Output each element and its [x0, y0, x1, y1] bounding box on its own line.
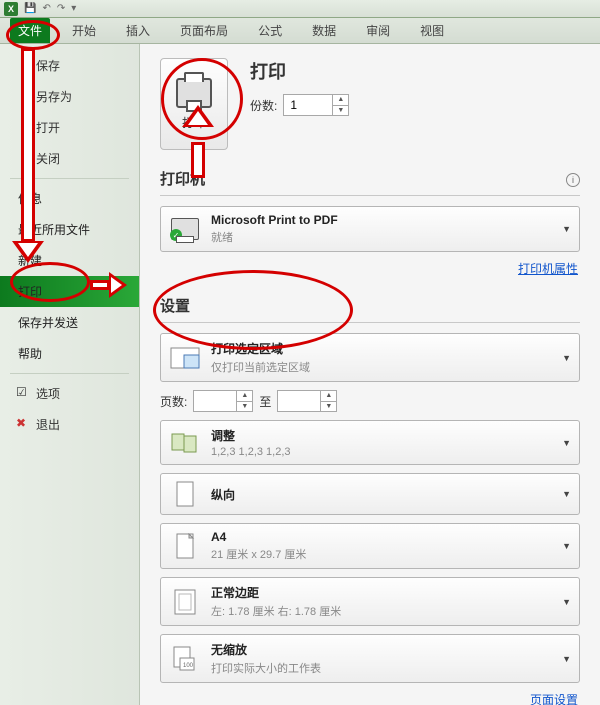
copies-input[interactable]: ▲▼ — [283, 94, 349, 116]
copies-value[interactable] — [290, 98, 328, 112]
pages-to[interactable]: ▲▼ — [277, 390, 337, 412]
print-title: 打印 — [250, 58, 349, 84]
collate-sub: 1,2,3 1,2,3 1,2,3 — [211, 446, 291, 458]
printer-icon — [176, 78, 212, 108]
printer-mini-icon: ✓ — [169, 215, 201, 243]
sidebar-new[interactable]: 新建 — [0, 245, 139, 276]
printer-section-label: 打印机 — [160, 168, 205, 189]
zoom-dropdown[interactable]: 100 无缩放 打印实际大小的工作表 ▼ — [160, 634, 580, 683]
sidebar-saveas[interactable]: 另存为 — [0, 81, 139, 112]
print-selection-label: 打印选定区域 — [211, 340, 310, 357]
margin-icon — [169, 588, 201, 616]
print-button[interactable]: 打印 — [160, 58, 228, 150]
printer-status: 就绪 — [211, 229, 338, 245]
paper-icon — [169, 532, 201, 560]
redo-icon[interactable]: ↷ — [57, 3, 65, 14]
margin-dropdown[interactable]: 正常边距 左: 1.78 厘米 右: 1.78 厘米 ▼ — [160, 577, 580, 626]
tab-view[interactable]: 视图 — [412, 18, 452, 43]
tab-file[interactable]: 文件 — [10, 18, 50, 43]
pages-label: 页数: — [160, 393, 187, 410]
tab-insert[interactable]: 插入 — [118, 18, 158, 43]
chevron-down-icon: ▼ — [562, 597, 571, 607]
collate-dropdown[interactable]: 调整 1,2,3 1,2,3 1,2,3 ▼ — [160, 420, 580, 465]
settings-section-label: 设置 — [160, 295, 580, 316]
portrait-icon — [169, 480, 201, 508]
print-selection-sub: 仅打印当前选定区域 — [211, 359, 310, 375]
margin-sub: 左: 1.78 厘米 右: 1.78 厘米 — [211, 603, 341, 619]
tab-home[interactable]: 开始 — [64, 18, 104, 43]
paper-label: A4 — [211, 530, 306, 544]
sidebar-recent[interactable]: 最近所用文件 — [0, 214, 139, 245]
tab-data[interactable]: 数据 — [304, 18, 344, 43]
chevron-down-icon: ▼ — [562, 541, 571, 551]
printer-properties-link[interactable]: 打印机属性 — [162, 260, 578, 277]
printer-name: Microsoft Print to PDF — [211, 213, 338, 227]
tab-formula[interactable]: 公式 — [250, 18, 290, 43]
orientation-dropdown[interactable]: 纵向 ▼ — [160, 473, 580, 515]
zoom-label: 无缩放 — [211, 641, 321, 658]
chevron-down-icon: ▼ — [562, 438, 571, 448]
paper-dropdown[interactable]: A4 21 厘米 x 29.7 厘米 ▼ — [160, 523, 580, 569]
copies-down[interactable]: ▼ — [333, 106, 348, 116]
print-button-label: 打印 — [182, 114, 206, 131]
chevron-down-icon: ▼ — [562, 489, 571, 499]
exit-icon: ✖ — [16, 416, 28, 428]
page-setup-link[interactable]: 页面设置 — [162, 691, 578, 705]
chevron-down-icon: ▼ — [562, 654, 571, 664]
margin-label: 正常边距 — [211, 584, 341, 601]
paper-sub: 21 厘米 x 29.7 厘米 — [211, 546, 306, 562]
zoom-icon: 100 — [169, 645, 201, 673]
pages-from[interactable]: ▲▼ — [193, 390, 253, 412]
sheet-selection-icon — [169, 344, 201, 372]
options-icon: ☑ — [16, 385, 28, 397]
svg-text:100: 100 — [183, 663, 194, 669]
chevron-down-icon: ▼ — [562, 353, 571, 363]
excel-icon: X — [4, 2, 18, 16]
printer-dropdown[interactable]: ✓ Microsoft Print to PDF 就绪 ▼ — [160, 206, 580, 252]
sidebar-info[interactable]: 信息 — [0, 183, 139, 214]
undo-icon[interactable]: ↶ — [42, 3, 50, 14]
tab-layout[interactable]: 页面布局 — [172, 18, 236, 43]
save-icon[interactable]: 💾 — [24, 3, 36, 14]
copies-label: 份数: — [250, 97, 277, 114]
print-selection-dropdown[interactable]: 打印选定区域 仅打印当前选定区域 ▼ — [160, 333, 580, 382]
printer-info-icon[interactable]: i — [566, 173, 580, 187]
collate-icon — [169, 429, 201, 457]
copies-up[interactable]: ▲ — [333, 95, 348, 106]
zoom-sub: 打印实际大小的工作表 — [211, 660, 321, 676]
pages-to-label: 至 — [259, 393, 271, 410]
backstage-main: 打印 打印 份数: ▲▼ 打印机 i ✓ Microsoft Print — [140, 44, 600, 705]
sidebar-open[interactable]: 打开 — [0, 112, 139, 143]
sidebar-close[interactable]: 关闭 — [0, 143, 139, 174]
customize-chevron-icon[interactable]: ▾ — [71, 3, 76, 14]
sidebar-exit[interactable]: ✖退出 — [0, 409, 139, 440]
sidebar-share[interactable]: 保存并发送 — [0, 307, 139, 338]
sidebar-print[interactable]: 打印 — [0, 276, 139, 307]
tab-review[interactable]: 审阅 — [358, 18, 398, 43]
sidebar-options[interactable]: ☑选项 — [0, 378, 139, 409]
collate-label: 调整 — [211, 427, 291, 444]
backstage-sidebar: 保存 另存为 打开 关闭 信息 最近所用文件 新建 打印 保存并发送 帮助 ☑选… — [0, 44, 140, 705]
orientation-label: 纵向 — [211, 486, 235, 503]
sidebar-save[interactable]: 保存 — [0, 50, 139, 81]
sidebar-help[interactable]: 帮助 — [0, 338, 139, 369]
chevron-down-icon: ▼ — [562, 224, 571, 234]
